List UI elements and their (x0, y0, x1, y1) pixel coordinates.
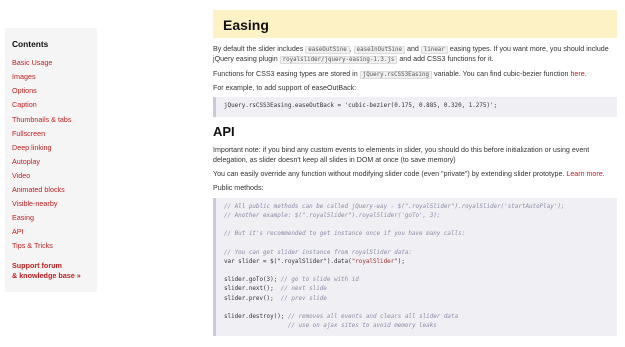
text: and (407, 45, 419, 53)
cubic-bezier-link[interactable]: here. (570, 70, 586, 78)
api-paragraph-2: You can easily override any function wit… (213, 169, 617, 179)
code-comment: // But it's recommended to get instance … (224, 231, 466, 238)
code-linear: linear (420, 46, 448, 54)
code-ease-in-out-sine: easeInOutSine (353, 46, 406, 54)
main-content: Easing By default the slider includes ea… (213, 10, 617, 342)
code-ease-out-sine: easeOutSine (305, 46, 350, 54)
sidebar-item-images[interactable]: Images (12, 70, 97, 84)
support-line-2: & knowledge base » (12, 270, 81, 280)
code-comment: // use on ajax sites to avoid memory lea… (224, 323, 437, 330)
sidebar-item-animated-blocks[interactable]: Animated blocks (12, 183, 97, 197)
api-code-block: // All public methods can be called jQue… (213, 197, 617, 337)
sidebar-item-fullscreen[interactable]: Fullscreen (12, 127, 97, 141)
api-heading: API (213, 123, 235, 139)
sidebar-item-deep-linking[interactable]: Deep linking (12, 141, 97, 155)
code-line: slider.prev(); (224, 295, 281, 302)
code-comment: // go to slide with id (280, 277, 359, 284)
code-easing-plugin-path: royalslider/jquery-easing-1.3.js (279, 56, 398, 65)
code-line: ); (397, 258, 405, 265)
api-paragraph-1: Important note: if you bind any custom e… (213, 145, 590, 164)
text: , (349, 45, 352, 53)
code-line: slider.next(); (224, 286, 281, 293)
easing-paragraph-3: For example, to add support of easeOutBa… (213, 84, 357, 93)
code-css3-easing-var: jQuery.rsCSS3Easing (359, 70, 433, 79)
text: By default the slider includes (213, 45, 304, 53)
sidebar-item-thumbnails[interactable]: Thumbnails & tabs (12, 113, 97, 127)
easing-paragraph-2: Functions for CSS3 easing types are stor… (213, 69, 617, 79)
code-comment: // removes all events and clears all sli… (287, 314, 459, 321)
api-paragraph-3: Public methods: (213, 184, 264, 193)
learn-more-link[interactable]: Learn more. (566, 170, 604, 178)
sidebar-item-caption[interactable]: Caption (12, 98, 97, 112)
code-string: "royalSlider" (351, 258, 398, 265)
sidebar-title: Contents (12, 39, 49, 49)
code-comment: // next slide (280, 286, 327, 293)
code-comment: // You can get slider instance from roya… (224, 249, 412, 256)
sidebar-item-options[interactable]: Options (12, 84, 97, 98)
sidebar-item-api[interactable]: API (12, 225, 97, 239)
easing-code-block: jQuery.rsCSS3Easing.easeOutBack = 'cubic… (213, 97, 617, 117)
support-line-1: Support forum (12, 260, 62, 270)
text: You can easily override any function wit… (213, 170, 565, 179)
easing-paragraph-1: By default the slider includes easeOutSi… (213, 44, 617, 65)
code-comment: // Another example: $(".royalSlider").ro… (224, 212, 441, 219)
code-comment: // prev slide (280, 295, 327, 302)
text: and add CSS3 functions for it. (399, 55, 494, 64)
text: variable. You can find cubic-bezier func… (434, 69, 569, 78)
code-comment: // All public methods can be called jQue… (224, 203, 565, 210)
sidebar-item-visible-nearby[interactable]: Visible-nearby (12, 197, 97, 211)
code-line: var slider = $(".royalSlider").data( (224, 258, 352, 265)
text: Functions for CSS3 easing types are stor… (213, 69, 358, 78)
support-forum-link[interactable]: Support forum & knowledge base » (12, 261, 97, 281)
sidebar-item-video[interactable]: Video (12, 169, 97, 183)
code-line: slider.goTo(3); (224, 277, 281, 284)
sidebar-item-easing[interactable]: Easing (12, 211, 97, 225)
sidebar-item-tips[interactable]: Tips & Tricks (12, 239, 97, 253)
sidebar: Contents Basic Usage Images Options Capt… (5, 28, 97, 292)
sidebar-item-autoplay[interactable]: Autoplay (12, 155, 97, 169)
code-line: slider.destroy(); (224, 314, 288, 321)
sidebar-item-basic-usage[interactable]: Basic Usage (12, 56, 97, 70)
easing-heading: Easing (213, 10, 617, 38)
